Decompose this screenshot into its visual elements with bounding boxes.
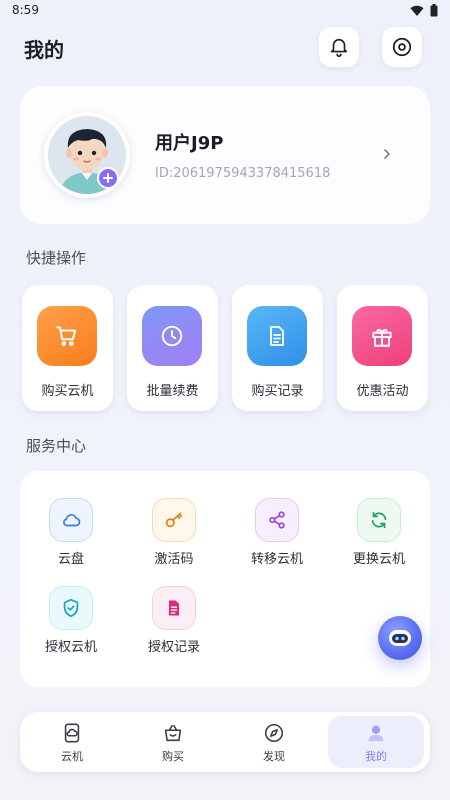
gift-icon [352, 306, 412, 366]
tab-label: 云机 [61, 750, 83, 763]
quick-actions-title: 快捷操作 [26, 249, 87, 267]
settings-icon [392, 37, 412, 57]
record-icon [152, 586, 196, 630]
service-label: 更换云机 [352, 552, 405, 567]
notification-button[interactable] [319, 27, 359, 67]
quick-action-label: 购买记录 [251, 384, 304, 399]
user-id: ID:2061975943378415618 [155, 166, 331, 181]
assistant-bot-button[interactable] [378, 616, 422, 660]
status-icons [410, 4, 438, 17]
status-bar: 8:59 [0, 0, 450, 22]
tab-mine[interactable]: 我的 [328, 716, 424, 768]
tab-label: 发现 [263, 750, 285, 763]
user-name: 用户J9P [155, 133, 224, 154]
compass-icon [264, 723, 284, 743]
cloud-phone-icon [64, 723, 80, 743]
avatar[interactable] [44, 112, 130, 198]
shield-check-icon [49, 586, 93, 630]
service-label: 授权云机 [44, 640, 97, 655]
document-icon [247, 306, 307, 366]
service-label: 激活码 [154, 552, 194, 567]
tab-label: 我的 [365, 750, 387, 763]
cloud-icon [49, 498, 93, 542]
service-replace-cloud[interactable]: 更换云机 [329, 498, 429, 578]
service-center-card: 云盘 激活码 转移云机 更换云机 授权云机 授权记录 [20, 471, 430, 687]
quick-action-promotions[interactable]: 优惠活动 [337, 285, 428, 411]
plus-icon [103, 173, 113, 183]
refresh-icon [357, 498, 401, 542]
cart-icon [37, 306, 97, 366]
robot-icon [389, 630, 411, 646]
user-icon [368, 725, 384, 742]
service-activation-code[interactable]: 激活码 [124, 498, 224, 578]
chevron-right-icon[interactable] [382, 147, 392, 161]
quick-action-purchase-records[interactable]: 购买记录 [232, 285, 323, 411]
bottom-tab-bar: 云机 购买 发现 我的 [20, 712, 430, 772]
service-center-title: 服务中心 [26, 437, 87, 455]
tab-buy[interactable]: 购买 [125, 716, 221, 768]
quick-action-buy-cloud[interactable]: 购买云机 [22, 285, 113, 411]
service-cloud-drive[interactable]: 云盘 [21, 498, 121, 578]
clock-icon [142, 306, 202, 366]
service-transfer-cloud[interactable]: 转移云机 [227, 498, 327, 578]
service-label: 转移云机 [250, 552, 303, 567]
service-label: 授权记录 [147, 640, 200, 655]
quick-action-label: 优惠活动 [356, 384, 409, 399]
service-authorization-records[interactable]: 授权记录 [124, 586, 224, 666]
page-title: 我的 [24, 38, 64, 62]
tab-cloud-phone[interactable]: 云机 [24, 716, 120, 768]
tab-label: 购买 [162, 750, 184, 763]
avatar-add-button[interactable] [97, 167, 119, 189]
settings-button[interactable] [382, 27, 422, 67]
share-icon [255, 498, 299, 542]
quick-action-label: 购买云机 [41, 384, 94, 399]
status-time: 8:59 [12, 3, 39, 17]
quick-action-batch-renew[interactable]: 批量续费 [127, 285, 218, 411]
battery-icon [430, 4, 438, 17]
bell-icon [330, 38, 348, 57]
profile-card[interactable]: 用户J9P ID:2061975943378415618 [20, 86, 430, 224]
service-label: 云盘 [57, 552, 84, 567]
shopping-bag-icon [164, 724, 182, 742]
quick-action-label: 批量续费 [146, 384, 199, 399]
service-authorize-cloud[interactable]: 授权云机 [21, 586, 121, 666]
wifi-icon [410, 5, 424, 16]
key-icon [152, 498, 196, 542]
tab-discover[interactable]: 发现 [226, 716, 322, 768]
